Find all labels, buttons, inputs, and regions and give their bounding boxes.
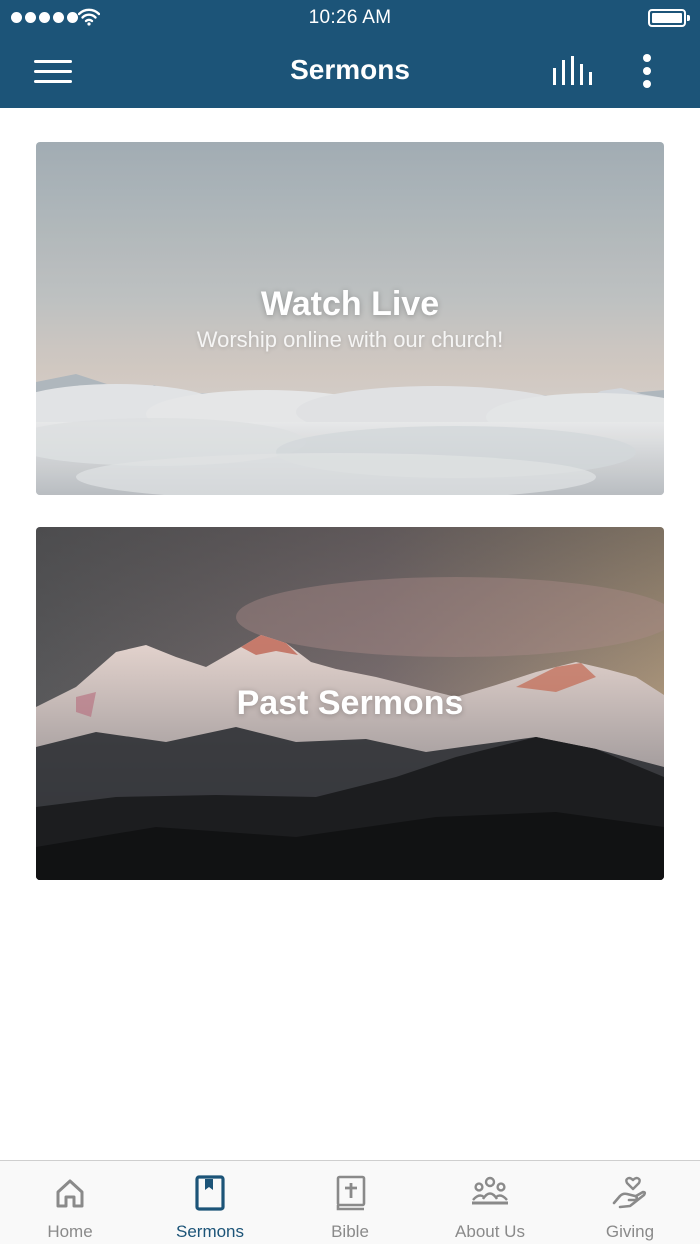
- app-header: 10:26 AM Sermons: [0, 0, 700, 108]
- tab-bar: Home Sermons Bible About Us Giving: [0, 1160, 700, 1244]
- people-icon: [472, 1176, 508, 1205]
- tab-home-label: Home: [47, 1222, 93, 1241]
- audio-button[interactable]: [550, 54, 594, 90]
- battery-icon: [648, 9, 690, 27]
- tab-bible[interactable]: Bible: [280, 1161, 420, 1244]
- more-options-button[interactable]: [632, 50, 662, 92]
- tab-sermons[interactable]: Sermons: [140, 1161, 280, 1244]
- bookmark-book-icon: [195, 1175, 225, 1211]
- tab-giving-label: Giving: [605, 1222, 655, 1241]
- watch-live-title: Watch Live: [260, 285, 440, 323]
- page-title: Sermons: [290, 54, 410, 85]
- audio-bars-icon: [553, 56, 592, 85]
- status-bar: 10:26 AM: [0, 0, 700, 36]
- nav-bar: Sermons: [0, 36, 700, 108]
- tab-about-us-label: About Us: [455, 1222, 525, 1241]
- bible-icon: [336, 1175, 366, 1211]
- past-sermons-card[interactable]: Past Sermons: [36, 527, 664, 880]
- tab-sermons-label: Sermons: [175, 1222, 245, 1241]
- watch-live-card[interactable]: Watch Live Worship online with our churc…: [36, 142, 664, 495]
- tab-about-us[interactable]: About Us: [420, 1161, 560, 1244]
- tab-giving[interactable]: Giving: [560, 1161, 700, 1244]
- past-sermons-title: Past Sermons: [236, 684, 464, 722]
- watch-live-subtitle: Worship online with our church!: [196, 327, 504, 352]
- tab-bible-label: Bible: [331, 1222, 369, 1241]
- status-time: 10:26 AM: [308, 7, 392, 28]
- home-icon: [56, 1179, 84, 1208]
- giving-hand-icon: [612, 1176, 647, 1209]
- tab-home[interactable]: Home: [0, 1161, 140, 1244]
